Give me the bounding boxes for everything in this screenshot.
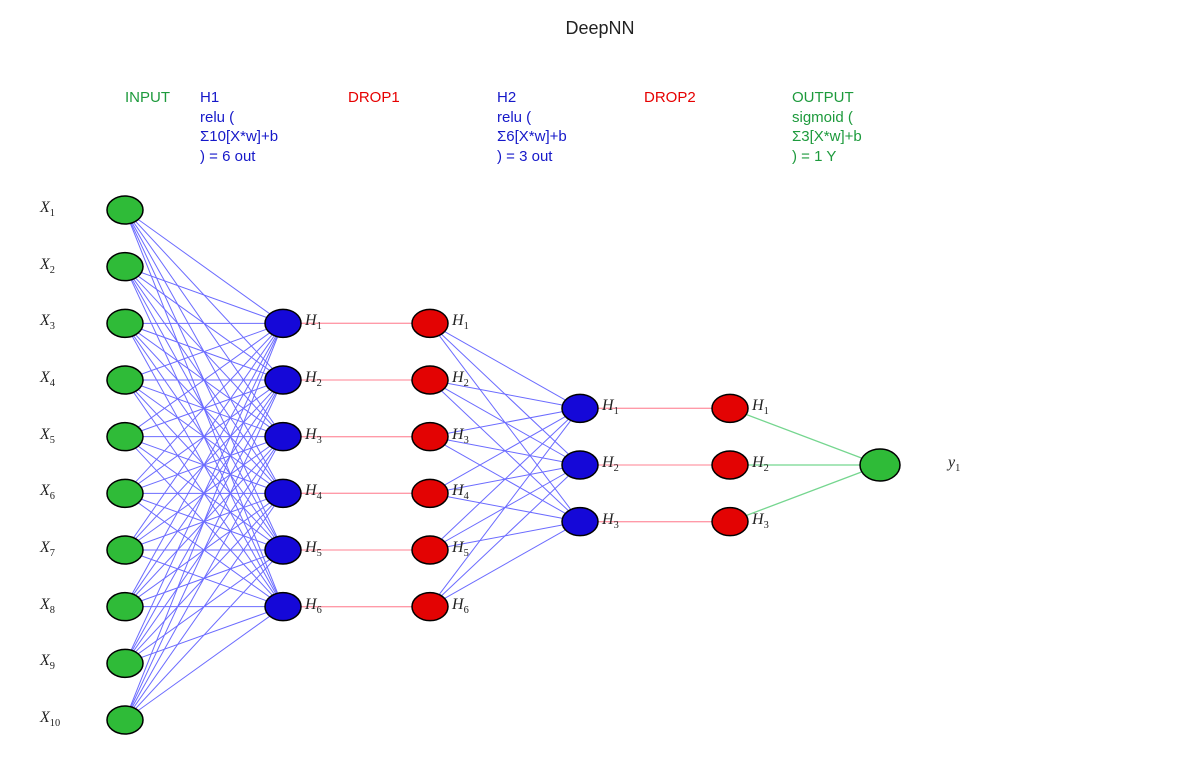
input-node-label: X1 — [40, 199, 55, 219]
input-node-label: X4 — [40, 369, 55, 389]
input-node-label: X10 — [40, 709, 60, 729]
drop2-node-label: H3 — [752, 511, 769, 531]
h1-node — [265, 309, 301, 337]
h1-node-label: H5 — [305, 539, 322, 559]
h1-node-label: H6 — [305, 596, 322, 616]
h1-node-label: H2 — [305, 369, 322, 389]
drop1-node — [412, 536, 448, 564]
input-node — [107, 649, 143, 677]
network-canvas — [0, 0, 1200, 773]
input-node-label: X8 — [40, 596, 55, 616]
h2-node — [562, 451, 598, 479]
h1-node — [265, 593, 301, 621]
drop1-node — [412, 423, 448, 451]
input-node-label: X7 — [40, 539, 55, 559]
h1-node — [265, 536, 301, 564]
input-node — [107, 309, 143, 337]
edge — [430, 323, 580, 408]
drop2-node — [712, 451, 748, 479]
h1-node-label: H4 — [305, 482, 322, 502]
drop1-node — [412, 366, 448, 394]
h1-node — [265, 366, 301, 394]
edge — [125, 267, 283, 324]
drop2-node-label: H2 — [752, 454, 769, 474]
drop1-node-label: H2 — [452, 369, 469, 389]
input-node-label: X9 — [40, 652, 55, 672]
input-node — [107, 593, 143, 621]
edge — [125, 323, 283, 720]
drop1-node-label: H3 — [452, 426, 469, 446]
input-node-label: X3 — [40, 312, 55, 332]
h2-node-label: H3 — [602, 511, 619, 531]
input-node-label: X6 — [40, 482, 55, 502]
drop1-node — [412, 479, 448, 507]
drop1-node — [412, 309, 448, 337]
h2-node-label: H1 — [602, 397, 619, 417]
drop1-node — [412, 593, 448, 621]
edge — [430, 522, 580, 607]
output-node — [860, 449, 900, 481]
drop2-node-label: H1 — [752, 397, 769, 417]
input-node — [107, 253, 143, 281]
input-node — [107, 196, 143, 224]
edge — [125, 607, 283, 720]
h1-node — [265, 479, 301, 507]
drop1-node-label: H1 — [452, 312, 469, 332]
h1-node-label: H1 — [305, 312, 322, 332]
drop2-node — [712, 394, 748, 422]
input-node — [107, 479, 143, 507]
edge — [430, 408, 580, 493]
edge — [125, 437, 283, 720]
drop1-node-label: H4 — [452, 482, 469, 502]
drop1-node-label: H6 — [452, 596, 469, 616]
h1-node-label: H3 — [305, 426, 322, 446]
input-node — [107, 706, 143, 734]
h2-node-label: H2 — [602, 454, 619, 474]
input-node-label: X5 — [40, 426, 55, 446]
input-node — [107, 423, 143, 451]
drop2-node — [712, 508, 748, 536]
h2-node — [562, 508, 598, 536]
edge — [125, 550, 283, 720]
input-node-label: X2 — [40, 256, 55, 276]
h2-node — [562, 394, 598, 422]
input-node — [107, 366, 143, 394]
edge — [125, 210, 283, 323]
output-node-label: y1 — [948, 454, 960, 474]
drop1-node-label: H5 — [452, 539, 469, 559]
h1-node — [265, 423, 301, 451]
input-node — [107, 536, 143, 564]
